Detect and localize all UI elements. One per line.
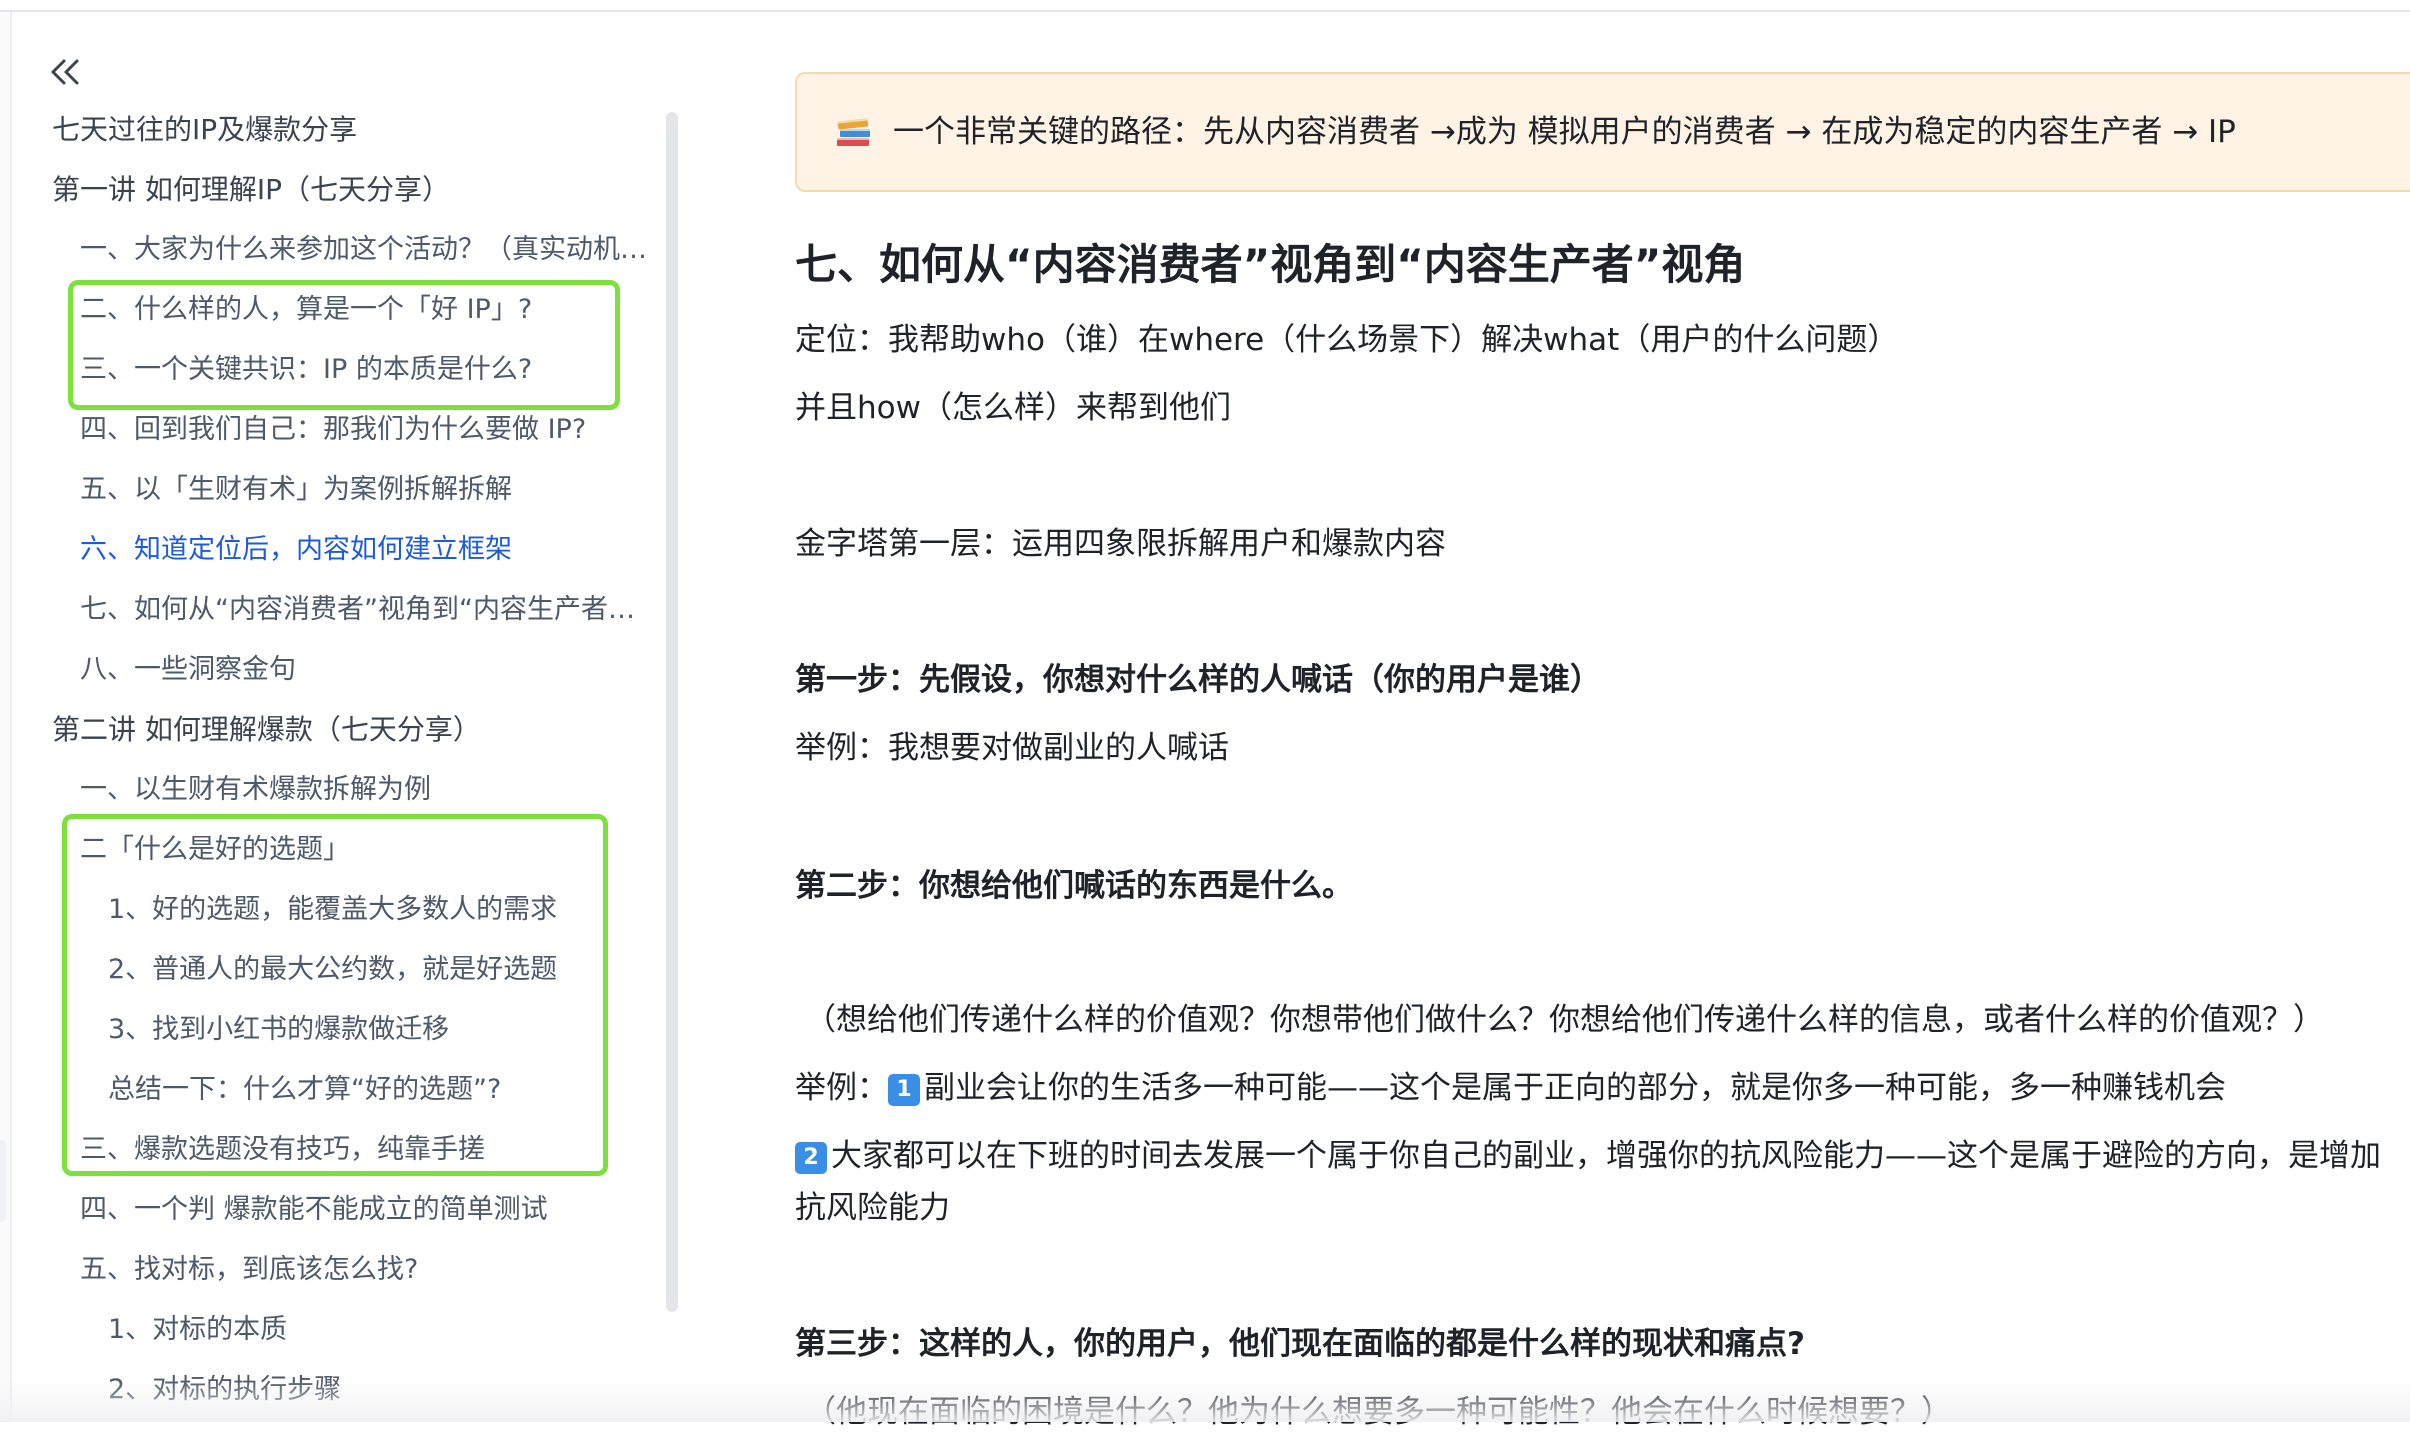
step-heading: 第一步：先假设，你想对什么样的人喊话（你的用户是谁）	[795, 662, 1601, 698]
toc-item[interactable]: 七、如何从“内容消费者”视角到“内容生产者…	[80, 582, 664, 638]
toc-item-active[interactable]: 六、知道定位后，内容如何建立框架	[80, 522, 664, 578]
toc-item[interactable]: 五、找对标，到底该怎么找?	[80, 1242, 664, 1298]
example-line: 举例： 1 副业会让你的生活多一种可能——这个是属于正向的部分，就是你多一种可能，多…	[795, 1062, 2226, 1114]
highlight-box	[68, 280, 620, 410]
paragraph: （想给他们传递什么样的价值观？你想带他们做什么？你想给他们传递什么样的信息，或者…	[805, 1002, 2324, 1038]
step-heading: 第二步：你想给他们喊话的东西是什么。	[795, 868, 1353, 904]
callout-text: 一个非常关键的路径：先从内容消费者 →成为 模拟用户的消费者 → 在成为稳定的内…	[893, 114, 2236, 150]
double-chevron-left-icon	[51, 59, 79, 85]
paragraph: 举例：我想要对做副业的人喊话	[795, 730, 1229, 766]
top-bar	[0, 0, 2410, 12]
toc-item[interactable]: 四、一个判 爆款能不能成立的简单测试	[80, 1182, 664, 1238]
toc-item[interactable]: 一、大家为什么来参加这个活动？（真实动机…	[80, 222, 664, 278]
toc-item[interactable]: 第二讲 如何理解爆款（七天分享）	[52, 702, 652, 758]
section-heading: 七、如何从“内容消费者”视角到“内容生产者”视角	[795, 240, 1746, 289]
toc-item[interactable]: 四、回到我们自己：那我们为什么要做 IP?	[80, 402, 664, 458]
collapse-toc-button[interactable]	[42, 52, 88, 92]
left-edge-panel	[0, 12, 12, 1422]
toc-item[interactable]: 五、以「生财有术」为案例拆解拆解	[80, 462, 664, 518]
left-edge-tab[interactable]	[0, 1140, 6, 1222]
paragraph: 定位：我帮助who（谁）在where（什么场景下）解决what（用户的什么问题）	[795, 322, 1899, 358]
toc-item[interactable]: 1、对标的本质	[108, 1302, 664, 1358]
toc-item[interactable]: 一、以生财有术爆款拆解为例	[80, 762, 664, 818]
books-icon	[837, 118, 870, 146]
bottom-fade	[0, 1380, 2410, 1422]
toc-item[interactable]: 八、一些洞察金句	[80, 642, 664, 698]
highlight-box	[62, 814, 608, 1176]
step-heading: 第三步：这样的人，你的用户，他们现在面临的都是什么样的现状和痛点?	[795, 1326, 1805, 1362]
number-badge-2: 2	[795, 1142, 827, 1174]
example-text: 大家都可以在下班的时间去发展一个属于你自己的副业，增强你的抗风险能力——这个是属…	[831, 1138, 2381, 1174]
example-line: 2 大家都可以在下班的时间去发展一个属于你自己的副业，增强你的抗风险能力——这个是…	[795, 1130, 2410, 1182]
example-prefix: 举例：	[795, 1070, 888, 1106]
toc-scrollbar[interactable]	[666, 112, 678, 1312]
paragraph: 金字塔第一层：运用四象限拆解用户和爆款内容	[795, 526, 1446, 562]
toc-item[interactable]: 第一讲 如何理解IP（七天分享）	[52, 162, 652, 218]
number-badge-1: 1	[888, 1074, 920, 1106]
toc-item[interactable]: 七天过往的IP及爆款分享	[52, 102, 652, 158]
callout-box: 一个非常关键的路径：先从内容消费者 →成为 模拟用户的消费者 → 在成为稳定的内…	[795, 72, 2410, 192]
paragraph: 并且how（怎么样）来帮到他们	[795, 390, 1231, 426]
paragraph: 抗风险能力	[795, 1190, 950, 1226]
example-text: 副业会让你的生活多一种可能——这个是属于正向的部分，就是你多一种可能，多一种赚钱…	[924, 1070, 2226, 1106]
